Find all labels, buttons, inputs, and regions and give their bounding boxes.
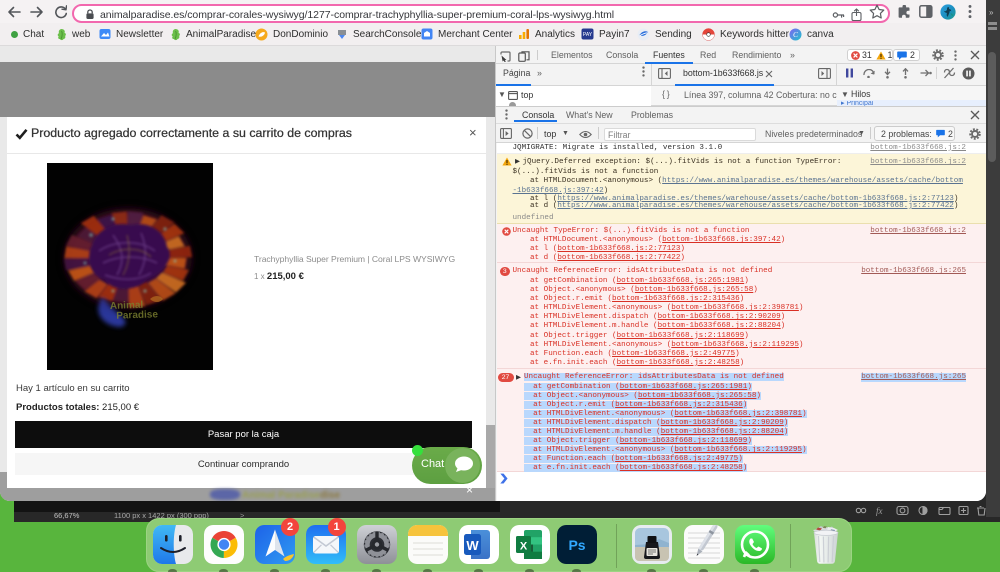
svg-text:X: X — [520, 541, 528, 553]
svg-text:Paradise: Paradise — [116, 309, 158, 321]
svg-text:Ps: Ps — [568, 537, 585, 553]
svg-text:PAY: PAY — [583, 32, 593, 38]
svg-text:W: W — [466, 538, 479, 553]
